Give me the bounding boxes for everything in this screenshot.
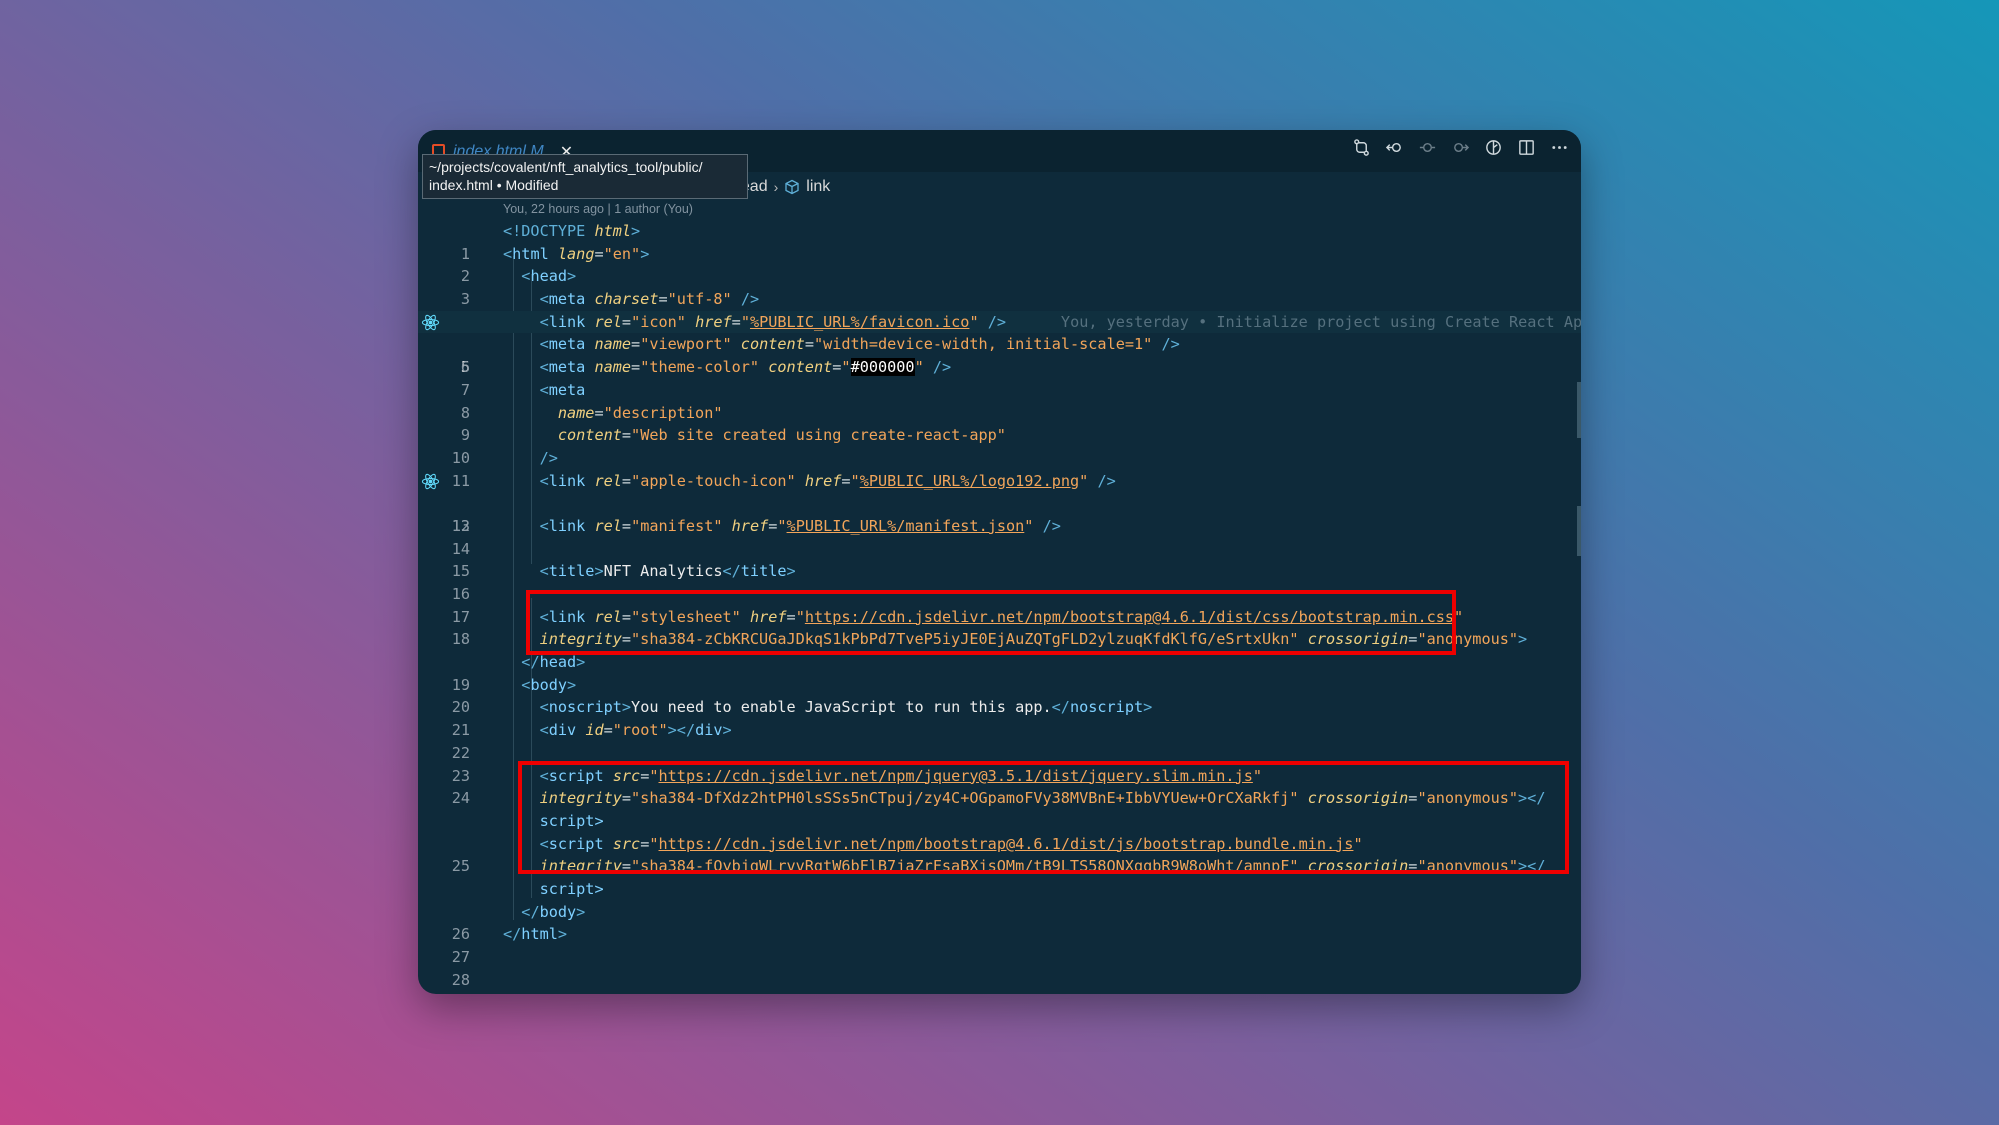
code-line[interactable]: 4 <meta charset="utf-8" /> [418,288,1581,331]
code-line[interactable]: 3 <head> [418,265,1581,308]
more-icon[interactable] [1550,138,1569,157]
code-line[interactable]: 22 <div id="root"></div> [418,719,1581,762]
code-line[interactable]: 8 <meta [418,379,1581,422]
split-editor-icon[interactable] [1517,138,1536,157]
color-swatch: #000000 [850,358,915,377]
react-icon [421,314,440,330]
tab-bar: index.html M ✕ ~/projects/covalent/nft_a… [418,130,1581,199]
tooltip-status: index.html • Modified [429,177,559,193]
code-line[interactable]: 9 name="description" [418,402,1581,445]
inline-blame: You, yesterday • Initialize project usin… [1060,312,1581,331]
code-line[interactable]: 27 </html> [418,923,1581,966]
code-line[interactable]: 28 [418,946,1581,989]
chevron-right-icon: › [773,179,779,195]
highlight-script-tags [518,761,1569,874]
code-line[interactable]: 14 <link rel="manifest" href="%PUBLIC_UR… [418,515,1581,558]
highlight-stylesheet-link [526,590,1456,655]
editor-window: index.html M ✕ ~/projects/covalent/nft_a… [418,130,1581,994]
git-compare-icon[interactable] [1352,138,1371,157]
code-line[interactable]: 16 <title>NFT Analytics</title> [418,560,1581,603]
code-line[interactable]: 6 <meta name="viewport" content="width=d… [418,333,1581,376]
code-editor[interactable]: 1 <!DOCTYPE html> 2 <html lang="en"> 3 <… [418,220,1581,989]
breadcrumb-link[interactable]: link [806,178,830,196]
code-line[interactable]: 20 <body> [418,674,1581,717]
react-icon [421,473,440,489]
go-back-icon[interactable] [1385,138,1404,157]
code-line[interactable]: 1 <!DOCTYPE html> [418,220,1581,263]
code-line[interactable]: 11 /> [418,447,1581,490]
code-line[interactable]: 10 content="Web site created using creat… [418,424,1581,467]
code-line[interactable]: 26 </body> [418,901,1581,944]
cube-icon [784,179,800,195]
codelens-blame[interactable]: You, 22 hours ago | 1 author (You) [503,202,693,216]
code-line[interactable]: 15 [418,538,1581,580]
code-line-current[interactable]: 5 <link rel="icon" href="%PUBLIC_URL%/fa… [418,310,1581,376]
code-line[interactable]: 21 <noscript>You need to enable JavaScri… [418,696,1581,739]
code-line[interactable]: 2 <html lang="en"> [418,243,1581,286]
code-line[interactable]: 13 [418,492,1581,535]
go-forward-icon[interactable] [1451,138,1470,157]
tooltip-path: ~/projects/covalent/nft_analytics_tool/p… [429,159,703,175]
code-line[interactable]: 7 <meta name="theme-color" content="#000… [418,356,1581,399]
code-line-wrap[interactable]: script> [418,878,1581,901]
code-line[interactable]: 12 <link rel="apple-touch-icon" href="%P… [418,470,1581,535]
editor-toolbar [1352,138,1569,157]
timeline-icon[interactable] [1484,138,1503,157]
circle-dot-icon[interactable] [1418,138,1437,157]
file-path-tooltip: ~/projects/covalent/nft_analytics_tool/p… [422,154,748,199]
